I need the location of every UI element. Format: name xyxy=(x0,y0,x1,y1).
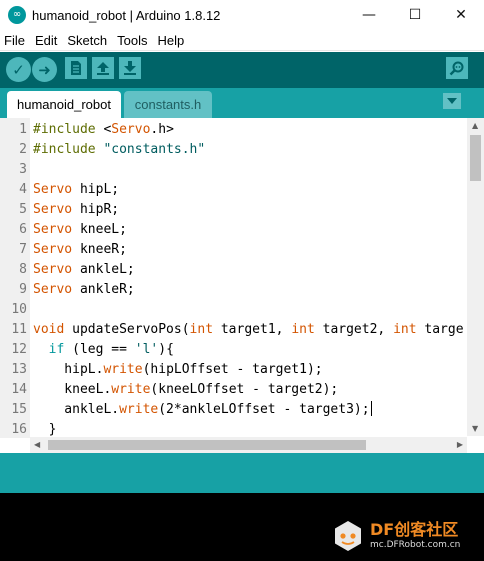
scroll-left-icon[interactable]: ◀ xyxy=(34,440,40,449)
serial-monitor-button[interactable] xyxy=(446,57,468,79)
code-line[interactable]: void updateServoPos(int target1, int tar… xyxy=(33,320,464,340)
code-line[interactable]: Servo hipR; xyxy=(33,200,119,220)
line-number: 8 xyxy=(19,262,27,277)
arduino-logo-icon: ∞ xyxy=(8,6,26,24)
line-number: 13 xyxy=(11,362,27,377)
menu-help[interactable]: Help xyxy=(153,33,188,48)
check-icon: ✓ xyxy=(12,60,25,79)
tab-humanoid-robot[interactable]: humanoid_robot xyxy=(7,91,121,118)
horizontal-scroll-thumb[interactable] xyxy=(48,440,366,450)
triangle-down-icon xyxy=(447,98,457,104)
code-line[interactable]: Servo kneeL; xyxy=(33,220,127,240)
maximize-button[interactable]: ☐ xyxy=(392,0,438,30)
watermark-title: DF创客社区 xyxy=(370,520,459,539)
upload-button[interactable]: ➜ xyxy=(32,57,57,82)
line-number: 6 xyxy=(19,222,27,237)
code-line[interactable]: hipL.write(hipLOffset - target1); xyxy=(33,360,322,380)
menu-file[interactable]: File xyxy=(0,33,29,48)
code-line[interactable]: #include "constants.h" xyxy=(33,140,205,160)
magnifier-icon xyxy=(449,61,464,76)
code-line[interactable]: Servo ankleL; xyxy=(33,260,135,280)
code-line[interactable]: #include <Servo.h> xyxy=(33,120,174,140)
line-number: 5 xyxy=(19,202,27,217)
line-number: 7 xyxy=(19,242,27,257)
scroll-down-icon[interactable]: ▼ xyxy=(472,424,478,433)
window-controls: — ☐ ✕ xyxy=(346,0,484,30)
minimize-button[interactable]: — xyxy=(346,0,392,30)
line-number: 12 xyxy=(11,342,27,357)
toolbar: ✓ ➜ xyxy=(0,52,484,88)
menu-tools[interactable]: Tools xyxy=(113,33,151,48)
status-bar xyxy=(0,453,484,493)
watermark: DF创客社区 mc.DFRobot.com.cn xyxy=(330,518,460,554)
menu-edit[interactable]: Edit xyxy=(31,33,61,48)
new-sketch-button[interactable] xyxy=(65,57,87,79)
vertical-scroll-thumb[interactable] xyxy=(470,135,481,181)
code-line[interactable]: Servo kneeR; xyxy=(33,240,127,260)
code-line[interactable]: ankleL.write(2*ankleLOffset - target3); xyxy=(33,400,372,420)
scroll-right-icon[interactable]: ▶ xyxy=(457,440,463,449)
line-number: 15 xyxy=(11,402,27,417)
line-number: 2 xyxy=(19,142,27,157)
line-number: 14 xyxy=(11,382,27,397)
text-cursor xyxy=(370,401,372,416)
tab-menu-button[interactable] xyxy=(443,93,461,109)
line-number: 4 xyxy=(19,182,27,197)
file-icon xyxy=(71,61,81,75)
code-line[interactable]: if (leg == 'l'){ xyxy=(33,340,174,360)
code-editor[interactable]: 1 #include <Servo.h> 2 #include "constants.… xyxy=(0,118,484,438)
close-button[interactable]: ✕ xyxy=(438,0,484,30)
arrow-up-icon xyxy=(97,62,109,75)
title-bar: ∞ humanoid_robot | Arduino 1.8.12 — ☐ ✕ xyxy=(0,0,484,30)
dfrobot-logo-icon xyxy=(335,521,361,551)
code-line[interactable]: Servo ankleR; xyxy=(33,280,135,300)
window-title: humanoid_robot | Arduino 1.8.12 xyxy=(32,7,221,23)
arrow-down-icon xyxy=(124,61,136,75)
tab-constants-h[interactable]: constants.h xyxy=(124,91,212,118)
line-number: 9 xyxy=(19,282,27,297)
line-number: 11 xyxy=(11,322,27,337)
scroll-up-icon[interactable]: ▲ xyxy=(472,121,478,130)
arrow-right-icon: ➜ xyxy=(38,60,51,79)
save-button[interactable] xyxy=(119,57,141,79)
code-line[interactable]: kneeL.write(kneeLOffset - target2); xyxy=(33,380,338,400)
line-number: 10 xyxy=(11,302,27,317)
line-number: 3 xyxy=(19,162,27,177)
menu-bar: File Edit Sketch Tools Help xyxy=(0,30,484,51)
line-number: 1 xyxy=(19,122,27,137)
open-button[interactable] xyxy=(92,57,114,79)
code-line[interactable]: } xyxy=(33,420,57,438)
code-line[interactable]: Servo hipL; xyxy=(33,180,119,200)
watermark-url: mc.DFRobot.com.cn xyxy=(370,540,461,550)
horizontal-scrollbar[interactable]: ◀ ▶ xyxy=(30,437,467,453)
tab-bar: humanoid_robot constants.h xyxy=(0,88,484,118)
verify-button[interactable]: ✓ xyxy=(6,57,31,82)
vertical-scrollbar[interactable]: ▲ ▼ xyxy=(467,118,484,436)
line-number: 16 xyxy=(11,422,27,437)
menu-sketch[interactable]: Sketch xyxy=(63,33,111,48)
